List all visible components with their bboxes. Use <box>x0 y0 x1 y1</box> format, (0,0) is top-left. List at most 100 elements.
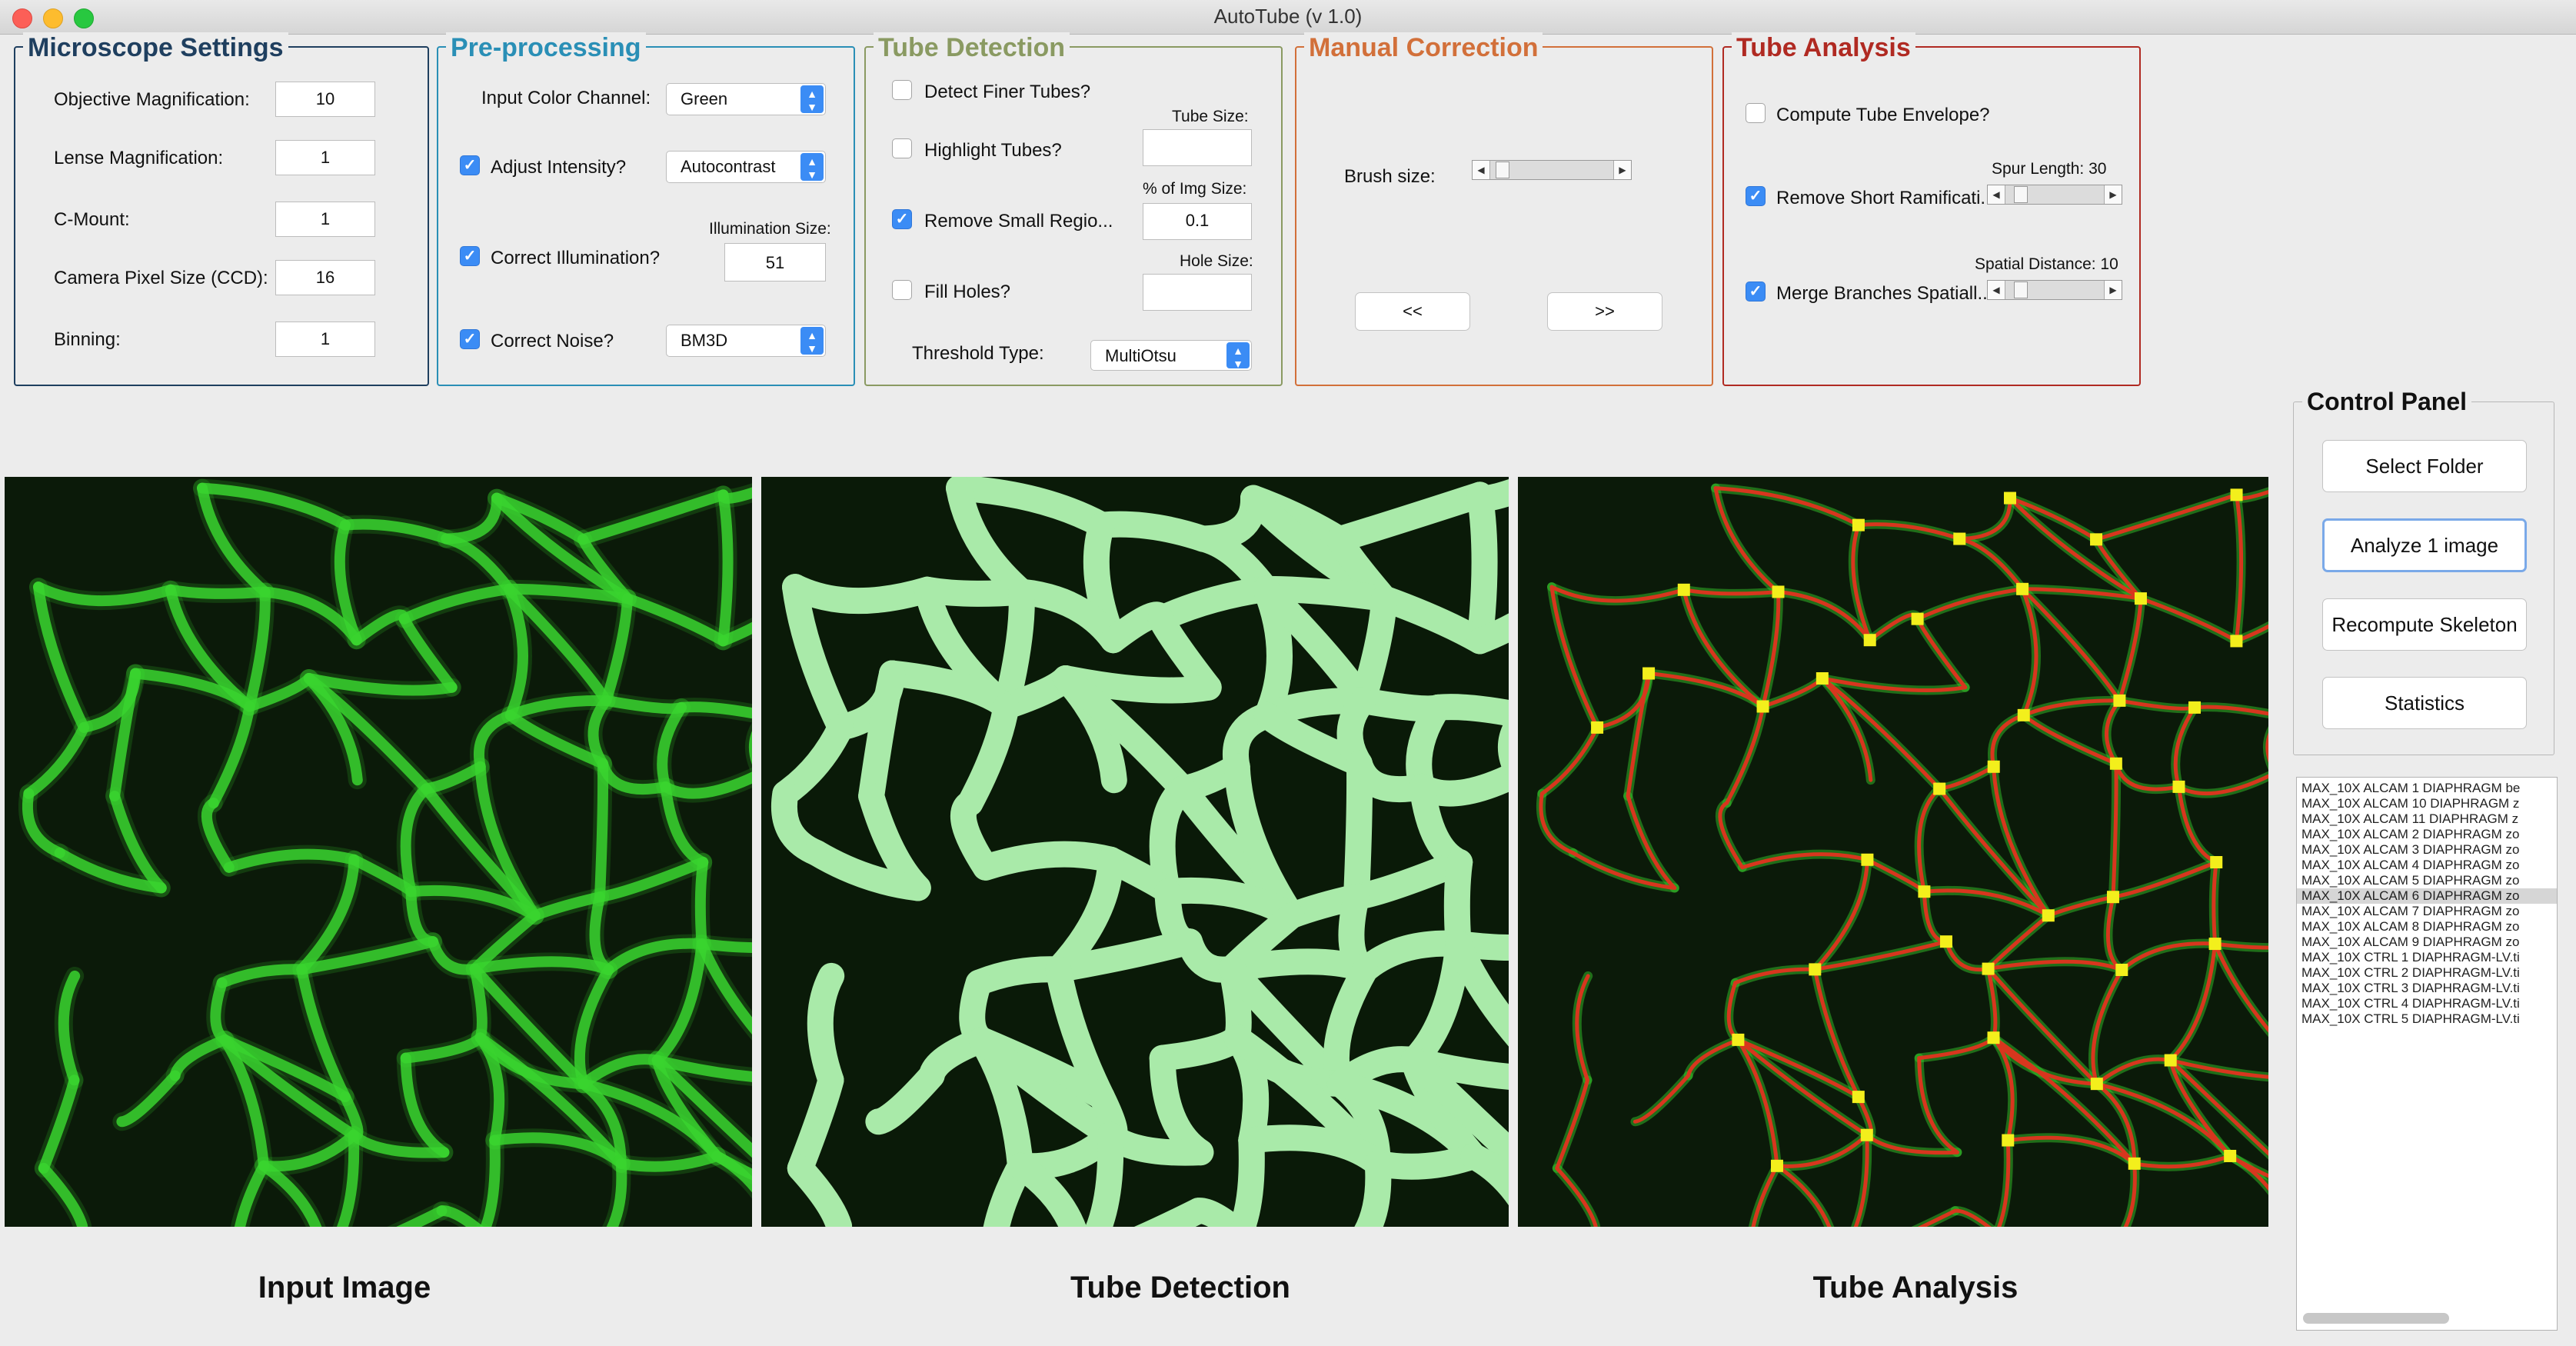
spur-length-slider-thumb[interactable] <box>2014 186 2028 203</box>
select-arrows-icon: ▲ ▼ <box>800 327 824 355</box>
analyze-image-button[interactable]: Analyze 1 image <box>2322 518 2527 572</box>
branch-node <box>2113 694 2126 707</box>
spatial-distance-slider-thumb[interactable] <box>2014 282 2028 298</box>
merge-branches-label: Merge Branches Spatiall... <box>1776 283 1993 304</box>
threshold-type-value: MultiOtsu <box>1105 346 1177 365</box>
adjust-intensity-checkbox[interactable]: ✓ <box>460 155 480 175</box>
vessel-segment <box>1088 511 1216 552</box>
tube-detection-caption: Tube Detection <box>1070 1271 1290 1304</box>
brush-size-slider[interactable]: ◀ ▶ <box>1472 160 1632 180</box>
adjust-intensity-value: Autocontrast <box>681 157 776 176</box>
file-list-item[interactable]: MAX_10X ALCAM 1 DIAPHRAGM be <box>2297 781 2557 796</box>
previous-image-button[interactable]: << <box>1355 292 1470 331</box>
file-list-horizontal-scrollbar[interactable] <box>2303 1313 2449 1324</box>
camera-pixel-size-field[interactable]: 16 <box>275 260 375 295</box>
file-list-item[interactable]: MAX_10X CTRL 3 DIAPHRAGM-LV.ti <box>2297 981 2557 996</box>
remove-short-ramifications-checkbox[interactable]: ✓ <box>1746 186 1766 206</box>
correct-noise-value: BM3D <box>681 331 728 350</box>
file-list-item[interactable]: MAX_10X ALCAM 8 DIAPHRAGM zo <box>2297 919 2557 935</box>
file-list-item[interactable]: MAX_10X ALCAM 7 DIAPHRAGM zo <box>2297 904 2557 919</box>
correct-noise-select[interactable]: BM3D ▲ ▼ <box>666 325 826 357</box>
file-list-item[interactable]: MAX_10X ALCAM 4 DIAPHRAGM zo <box>2297 858 2557 873</box>
microscope-settings-panel: Microscope Settings Objective Magnificat… <box>14 32 429 386</box>
compute-envelope-checkbox[interactable] <box>1746 103 1766 123</box>
spatial-distance-label: Spatial Distance: 10 <box>1975 255 2118 273</box>
vessel-segment <box>807 962 845 1094</box>
window-title: AutoTube (v 1.0) <box>1213 5 1363 28</box>
vessel-segment <box>1228 1127 1265 1227</box>
branch-node <box>2208 938 2222 951</box>
branch-node <box>2134 592 2147 605</box>
binning-field[interactable]: 1 <box>275 322 375 357</box>
branch-node <box>2090 1078 2103 1091</box>
detect-finer-tubes-label: Detect Finer Tubes? <box>924 82 1091 102</box>
merge-branches-checkbox[interactable]: ✓ <box>1746 282 1766 302</box>
c-mount-field[interactable]: 1 <box>275 202 375 237</box>
next-image-button[interactable]: >> <box>1547 292 1662 331</box>
slider-right-arrow-icon[interactable]: ▶ <box>1613 161 1631 179</box>
tube-size-field[interactable] <box>1143 129 1252 166</box>
file-list-item[interactable]: MAX_10X CTRL 5 DIAPHRAGM-LV.ti <box>2297 1011 2557 1027</box>
spatial-distance-slider[interactable]: ◀ ▶ <box>1987 280 2122 300</box>
detect-finer-tubes-checkbox[interactable] <box>892 80 912 100</box>
slider-left-arrow-icon[interactable]: ◀ <box>1988 281 2005 299</box>
vessel-segment <box>717 489 734 647</box>
file-list-item[interactable]: MAX_10X CTRL 1 DIAPHRAGM-LV.ti <box>2297 950 2557 965</box>
slider-right-arrow-icon[interactable]: ▶ <box>2104 185 2122 204</box>
branch-node <box>2002 1134 2015 1147</box>
remove-small-regions-checkbox[interactable]: ✓ <box>892 209 912 229</box>
tube-analysis-image-panel[interactable] <box>1518 477 2268 1227</box>
file-list-item[interactable]: MAX_10X CTRL 4 DIAPHRAGM-LV.ti <box>2297 996 2557 1011</box>
slider-right-arrow-icon[interactable]: ▶ <box>2104 281 2122 299</box>
file-list-item[interactable]: MAX_10X ALCAM 3 DIAPHRAGM zo <box>2297 842 2557 858</box>
branch-node <box>1918 885 1931 898</box>
slider-left-arrow-icon[interactable]: ◀ <box>1988 185 2005 204</box>
correct-noise-label: Correct Noise? <box>491 331 614 351</box>
branch-node <box>1642 667 1656 680</box>
recompute-skeleton-button[interactable]: Recompute Skeleton <box>2322 598 2527 651</box>
correct-illumination-checkbox[interactable]: ✓ <box>460 246 480 266</box>
fill-holes-checkbox[interactable] <box>892 280 912 300</box>
spur-length-slider[interactable]: ◀ ▶ <box>1987 185 2122 205</box>
hole-size-label: Hole Size: <box>1180 252 1253 270</box>
illumination-size-field[interactable]: 51 <box>724 243 826 282</box>
file-list-item[interactable]: MAX_10X ALCAM 9 DIAPHRAGM zo <box>2297 935 2557 950</box>
objective-magnification-field[interactable]: 10 <box>275 82 375 117</box>
lense-magnification-field[interactable]: 1 <box>275 140 375 175</box>
input-image-canvas <box>5 477 752 1227</box>
img-size-percent-field[interactable]: 0.1 <box>1143 203 1252 240</box>
adjust-intensity-select[interactable]: Autocontrast ▲ ▼ <box>666 151 826 183</box>
tube-analysis-title: Tube Analysis <box>1732 32 1915 63</box>
file-list-item[interactable]: MAX_10X ALCAM 10 DIAPHRAGM z <box>2297 796 2557 811</box>
brush-size-label: Brush size: <box>1344 166 1436 187</box>
input-image-panel[interactable] <box>5 477 752 1227</box>
tube-detection-panel: Tube Detection Detect Finer Tubes? Tube … <box>864 32 1283 386</box>
vessel-segment <box>594 758 609 903</box>
file-list-item[interactable]: MAX_10X ALCAM 6 DIAPHRAGM zo <box>2297 888 2557 904</box>
vessel-segment <box>972 841 1124 881</box>
vessel-segment <box>694 857 709 950</box>
file-list-item[interactable]: MAX_10X ALCAM 2 DIAPHRAGM zo <box>2297 827 2557 842</box>
threshold-type-select[interactable]: MultiOtsu ▲ ▼ <box>1090 340 1252 371</box>
file-list[interactable]: MAX_10X ALCAM 1 DIAPHRAGM be MAX_10X ALCA… <box>2296 777 2558 1331</box>
slider-left-arrow-icon[interactable]: ◀ <box>1473 161 1490 179</box>
branch-node <box>2106 891 2119 904</box>
select-arrows-icon: ▲ ▼ <box>800 85 824 113</box>
microscope-settings-title: Microscope Settings <box>23 32 288 63</box>
branch-node <box>2042 909 2055 922</box>
file-list-item[interactable]: MAX_10X ALCAM 5 DIAPHRAGM zo <box>2297 873 2557 888</box>
highlight-tubes-checkbox[interactable] <box>892 138 912 158</box>
file-list-item[interactable]: MAX_10X CTRL 2 DIAPHRAGM-LV.ti <box>2297 965 2557 981</box>
branch-node <box>2003 491 2016 505</box>
file-list-item[interactable]: MAX_10X ALCAM 11 DIAPHRAGM z <box>2297 811 2557 827</box>
input-color-channel-select[interactable]: Green ▲ ▼ <box>666 83 826 115</box>
select-folder-button[interactable]: Select Folder <box>2322 440 2527 492</box>
branch-node <box>2164 1054 2177 1067</box>
tube-detection-image-panel[interactable] <box>761 477 1509 1227</box>
hole-size-field[interactable] <box>1143 274 1252 311</box>
statistics-button[interactable]: Statistics <box>2322 677 2527 729</box>
correct-noise-checkbox[interactable]: ✓ <box>460 329 480 349</box>
branch-node <box>1982 962 1995 975</box>
illumination-size-label: Illumination Size: <box>709 220 831 238</box>
brush-size-slider-thumb[interactable] <box>1496 162 1509 178</box>
